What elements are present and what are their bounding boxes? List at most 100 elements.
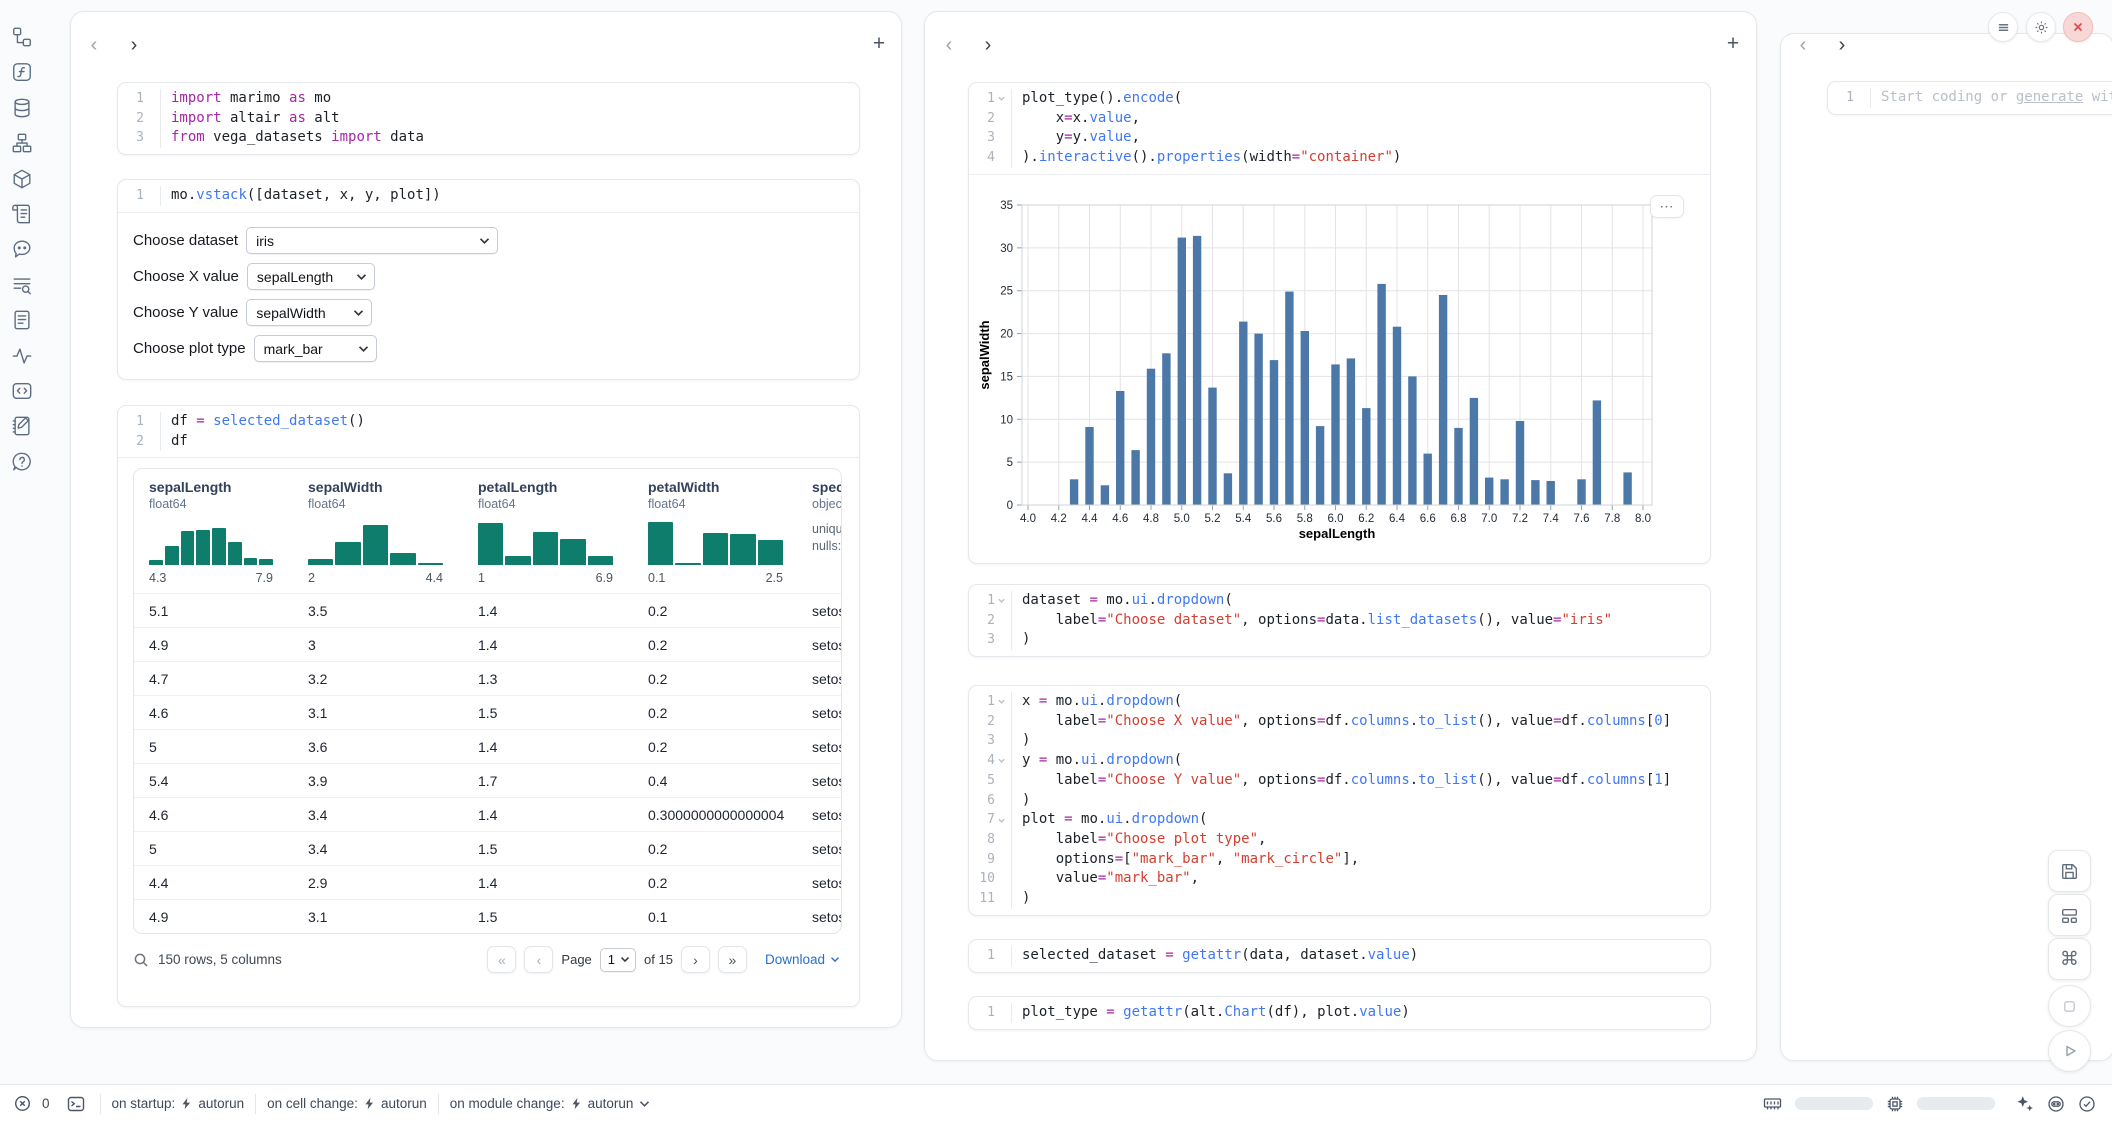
column-next-button[interactable]: › — [1831, 34, 1853, 56]
code-line[interactable]: 2 x=x.value, — [969, 109, 1710, 129]
save-button[interactable] — [2048, 850, 2091, 892]
chart-actions-button[interactable]: ⋯ — [1650, 195, 1684, 218]
code-editor[interactable]: 1x = mo.ui.dropdown(2 label="Choose X va… — [969, 686, 1710, 915]
code-line[interactable]: 3 y=y.value, — [969, 128, 1710, 148]
code-editor[interactable]: 1mo.vstack([dataset, x, y, plot]) — [118, 180, 859, 212]
sidebar-item-help[interactable] — [11, 451, 33, 473]
code-line[interactable]: 2 label="Choose X value", options=df.col… — [969, 712, 1710, 732]
code-line[interactable]: 1dataset = mo.ui.dropdown( — [969, 591, 1710, 611]
fold-chevron-icon[interactable] — [997, 596, 1006, 605]
run-button[interactable] — [2048, 1030, 2091, 1072]
dropdown-2[interactable]: sepalWidth — [246, 299, 372, 326]
terminal-button[interactable] — [67, 1095, 85, 1113]
code-editor[interactable]: 1import marimo as mo2import altair as al… — [118, 83, 859, 154]
column-prev-button[interactable]: ‹ — [83, 34, 105, 56]
cell-selected-dataset[interactable]: 1selected_dataset = getattr(data, datase… — [968, 939, 1711, 973]
sidebar-item-functions[interactable] — [11, 61, 33, 83]
errors-indicator[interactable] — [14, 1095, 31, 1112]
cell-dataset-dropdown[interactable]: 1dataset = mo.ui.dropdown(2 label="Choos… — [968, 584, 1711, 657]
code-editor[interactable]: 1plot_type().encode(2 x=x.value,3 y=y.va… — [969, 83, 1710, 174]
code-line[interactable]: 3) — [969, 630, 1710, 650]
code-line[interactable]: 1x = mo.ui.dropdown( — [969, 692, 1710, 712]
column-name[interactable]: speci — [812, 479, 842, 495]
sidebar-item-packages[interactable] — [11, 168, 33, 190]
cell-empty[interactable]: 1 Start coding or generate with — [1827, 81, 2112, 115]
code-editor[interactable]: 1dataset = mo.ui.dropdown(2 label="Choos… — [969, 585, 1710, 656]
add-cell-button[interactable]: + — [867, 32, 891, 56]
code-line[interactable]: 9 options=["mark_bar", "mark_circle"], — [969, 850, 1710, 870]
fold-chevron-icon[interactable] — [997, 816, 1006, 825]
cell-plot[interactable]: 1plot_type().encode(2 x=x.value,3 y=y.va… — [968, 82, 1711, 564]
code-line[interactable]: 4).interactive().properties(width="conta… — [969, 148, 1710, 168]
sidebar-item-dependencies[interactable] — [11, 132, 33, 154]
code-line[interactable]: 1import marimo as mo — [118, 89, 859, 109]
code-line[interactable]: 1df = selected_dataset() — [118, 412, 859, 432]
sidebar-item-datasources[interactable] — [11, 97, 33, 119]
layout-toggle-button[interactable] — [2048, 894, 2091, 936]
column-next-button[interactable]: › — [977, 34, 999, 56]
fold-chevron-icon[interactable] — [997, 697, 1006, 706]
page-select[interactable]: 1 — [600, 948, 636, 972]
code-editor[interactable]: 1 Start coding or generate with — [1828, 82, 2112, 114]
shutdown-button[interactable] — [2063, 12, 2093, 42]
prev-page-button[interactable]: ‹ — [524, 946, 553, 973]
column-name[interactable]: petalWidth — [648, 479, 803, 495]
sidebar-item-file-explorer[interactable] — [11, 26, 33, 48]
column-prev-button[interactable]: ‹ — [938, 34, 960, 56]
fold-chevron-icon[interactable] — [997, 94, 1006, 103]
code-line[interactable]: 1mo.vstack([dataset, x, y, plot]) — [118, 186, 859, 206]
first-page-button[interactable]: « — [487, 946, 516, 973]
sidebar-item-snippets[interactable] — [11, 380, 33, 402]
code-line[interactable]: 4y = mo.ui.dropdown( — [969, 751, 1710, 771]
code-editor[interactable]: 1df = selected_dataset()2df — [118, 406, 859, 457]
sidebar-item-logs[interactable] — [11, 203, 33, 225]
column-name[interactable]: petalLength — [478, 479, 633, 495]
connection-status-button[interactable] — [2078, 1095, 2096, 1113]
code-line[interactable]: 2import altair as alt — [118, 109, 859, 129]
code-line[interactable]: 5 label="Choose Y value", options=df.col… — [969, 771, 1710, 791]
column-name[interactable]: sepalWidth — [308, 479, 463, 495]
sidebar-item-variable-explorer[interactable] — [11, 274, 33, 296]
last-page-button[interactable]: » — [718, 946, 747, 973]
stop-button[interactable] — [2048, 985, 2091, 1027]
keyboard-shortcuts-button[interactable]: ⌘ — [2048, 938, 2091, 980]
dropdown-1[interactable]: sepalLength — [247, 263, 375, 290]
search-icon[interactable] — [133, 952, 149, 968]
sidebar-item-scratchpad[interactable] — [11, 415, 33, 437]
code-line[interactable]: 1plot_type = getattr(alt.Chart(df), plot… — [969, 1003, 1710, 1023]
code-line[interactable]: 2df — [118, 432, 859, 452]
column-prev-button[interactable]: ‹ — [1792, 34, 1814, 56]
ai-assist-button[interactable] — [2016, 1095, 2034, 1113]
code-line[interactable]: 8 label="Choose plot type", — [969, 830, 1710, 850]
code-line[interactable]: 6) — [969, 791, 1710, 811]
code-line[interactable]: 3) — [969, 731, 1710, 751]
menu-button[interactable] — [1988, 12, 2018, 42]
dropdown-3[interactable]: mark_bar — [254, 335, 377, 362]
cell-plot-type[interactable]: 1plot_type = getattr(alt.Chart(df), plot… — [968, 996, 1711, 1030]
next-page-button[interactable]: › — [681, 946, 710, 973]
code-line[interactable]: 3from vega_datasets import data — [118, 128, 859, 148]
generate-with-ai-link[interactable]: generate — [2016, 89, 2083, 105]
copilot-button[interactable] — [2047, 1095, 2065, 1113]
on-startup-setting[interactable]: on startup: autorun — [112, 1096, 245, 1111]
dropdown-0[interactable]: iris — [246, 227, 498, 254]
code-editor[interactable]: 1plot_type = getattr(alt.Chart(df), plot… — [969, 997, 1710, 1029]
cell-imports[interactable]: 1import marimo as mo2import altair as al… — [117, 82, 860, 155]
settings-button[interactable] — [2026, 12, 2056, 42]
add-cell-button[interactable]: + — [1721, 32, 1745, 56]
sidebar-item-tracing[interactable] — [11, 345, 33, 367]
on-cell-change-setting[interactable]: on cell change: autorun — [267, 1096, 427, 1111]
code-line[interactable]: 1plot_type().encode( — [969, 89, 1710, 109]
cell-dataframe[interactable]: 1df = selected_dataset()2df sepalLengthf… — [117, 405, 860, 1007]
cell-xy-plot-dropdowns[interactable]: 1x = mo.ui.dropdown(2 label="Choose X va… — [968, 685, 1711, 916]
fold-chevron-icon[interactable] — [997, 756, 1006, 765]
cell-vstack[interactable]: 1mo.vstack([dataset, x, y, plot]) Choose… — [117, 179, 860, 380]
sidebar-item-documentation[interactable] — [11, 309, 33, 331]
column-name[interactable]: sepalLength — [149, 479, 293, 495]
download-button[interactable]: Download — [765, 952, 840, 967]
code-line[interactable]: 7plot = mo.ui.dropdown( — [969, 810, 1710, 830]
sidebar-item-ai-chat[interactable] — [11, 238, 33, 260]
code-line[interactable]: 11) — [969, 889, 1710, 909]
code-editor[interactable]: 1selected_dataset = getattr(data, datase… — [969, 940, 1710, 972]
column-next-button[interactable]: › — [123, 34, 145, 56]
